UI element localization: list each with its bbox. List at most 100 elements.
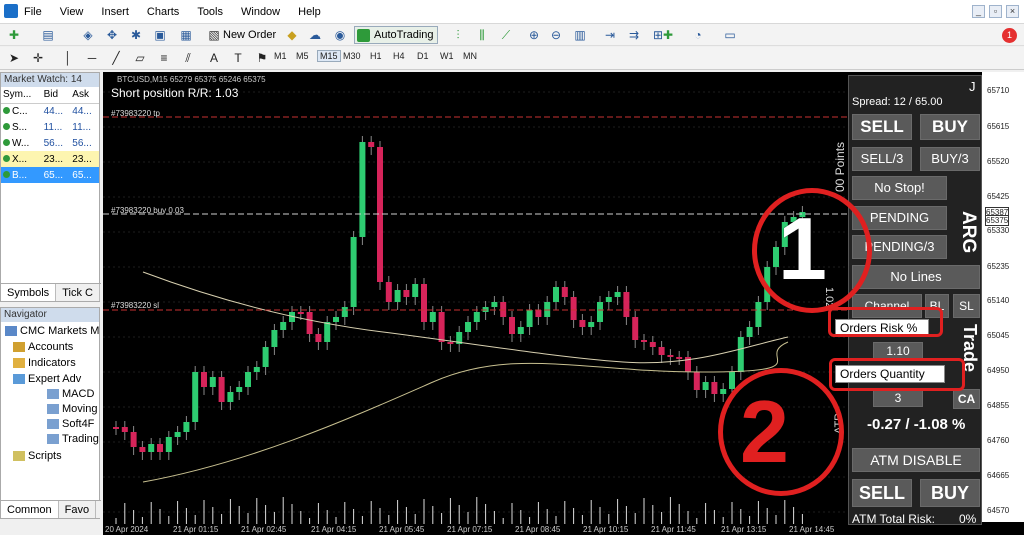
candle-body [245,372,251,387]
templates-icon[interactable]: ▭ [722,27,738,43]
autotrading-button[interactable]: AutoTrading [354,26,438,44]
timeframe-h1[interactable]: H1 [370,51,382,61]
column-symbol[interactable]: Sym... [1,87,42,104]
no-stop-button[interactable]: No Stop! [852,176,947,200]
nav-item-soft4fx[interactable]: Soft4F [47,418,94,430]
atm-disable-button[interactable]: ATM DISABLE [852,448,980,472]
bar-chart-icon[interactable]: ⫶ [450,27,466,43]
timeframe-d1[interactable]: D1 [417,51,429,61]
crosshair-icon[interactable]: ✛ [30,50,46,66]
timeframe-mn[interactable]: MN [463,51,477,61]
line-chart-icon[interactable]: ⟋ [498,27,514,43]
signals-icon[interactable]: ☁ [307,27,323,43]
menu-window[interactable]: Window [241,6,280,18]
horizontal-line-icon[interactable]: ─ [84,50,100,66]
tab-common[interactable]: Common [1,501,59,518]
table-row[interactable]: S... 11... 11... [1,119,99,135]
market-icon[interactable]: ◉ [332,27,348,43]
candle-body [209,377,216,387]
candle-body [113,427,119,429]
data-window-icon[interactable]: ✥ [104,27,120,43]
trendline-icon[interactable]: ╱ [108,50,124,66]
tile-windows-icon[interactable]: ▥ [572,27,588,43]
y-tick-label: 65235 [987,262,1010,271]
menu-tools[interactable]: Tools [197,6,223,18]
cursor-icon[interactable]: ➤ [6,50,22,66]
nav-item-moving[interactable]: Moving [47,403,97,415]
orders-quantity-input[interactable]: 3 [873,389,923,407]
close-icon[interactable]: × [1006,5,1019,18]
x-tick-label: 21 Apr 07:15 [447,525,493,534]
candlestick-icon[interactable]: ⫼ [474,27,490,43]
sl-button[interactable]: SL [953,294,980,318]
buy-third-button[interactable]: BUY/3 [920,147,980,171]
periods-icon[interactable]: ◔ [690,27,706,43]
table-row[interactable]: X... 23... 23... [1,151,99,167]
nav-item-indicators[interactable]: Indicators [13,357,76,369]
navigator-icon[interactable]: ✱ [128,27,144,43]
timeframe-h4[interactable]: H4 [393,51,405,61]
nav-item-accounts[interactable]: Accounts [13,341,73,353]
chart-shift-icon[interactable]: ⇥ [602,27,618,43]
candle-body [262,347,269,367]
new-order-button[interactable]: New Order [220,26,279,44]
new-chart-icon[interactable]: ✚ [6,27,22,43]
arrows-icon[interactable]: ⚑ [254,50,270,66]
restore-icon[interactable]: ▫ [989,5,1002,18]
menu-view[interactable]: View [60,6,84,18]
autoscroll-icon[interactable]: ⇉ [626,27,642,43]
menu-insert[interactable]: Insert [101,6,129,18]
tester-icon[interactable]: ▦ [178,27,194,43]
terminal-icon[interactable]: ▣ [152,27,168,43]
nav-item-trading[interactable]: Trading [47,433,99,445]
metaeditor-icon[interactable]: ◆ [284,27,300,43]
column-ask[interactable]: Ask [70,87,99,104]
text-label-icon[interactable]: T [230,50,246,66]
timeframe-m5[interactable]: M5 [296,51,309,61]
table-row[interactable]: W... 56... 56... [1,135,99,151]
atm-sell-button[interactable]: SELL [852,479,912,507]
column-bid[interactable]: Bid [41,87,71,104]
tab-symbols[interactable]: Symbols [1,284,57,301]
gann-icon[interactable]: ⫽ [180,50,196,66]
nav-item-macd[interactable]: MACD [47,388,94,400]
zoom-out-icon[interactable]: ⊖ [548,27,564,43]
nav-item-scripts[interactable]: Scripts [13,450,62,462]
x-tick-label: 21 Apr 02:45 [241,525,287,534]
tab-tick-chart[interactable]: Tick C [56,284,100,301]
atm-buy-button[interactable]: BUY [920,479,980,507]
ca-button[interactable]: CA [953,389,980,409]
table-row[interactable]: B... 65... 65... [1,167,99,183]
table-row[interactable]: C... 44... 44... [1,103,99,119]
timeframe-m15[interactable]: M15 [317,50,341,62]
timeframe-m1[interactable]: M1 [274,51,287,61]
fibo-icon[interactable]: ≡ [156,50,172,66]
notification-badge[interactable]: 1 [1002,28,1017,43]
channel-icon[interactable]: ▱ [132,50,148,66]
sell-third-button[interactable]: SELL/3 [852,147,912,171]
menu-help[interactable]: Help [298,6,321,18]
no-lines-button[interactable]: No Lines [852,265,980,289]
profiles-icon[interactable]: ▤ [40,27,56,43]
nav-item-broker[interactable]: CMC Markets M [5,325,99,337]
candle-body [385,282,392,302]
zoom-in-icon[interactable]: ⊕ [526,27,542,43]
navigator-tabs: Common Favo [1,500,101,518]
minimize-icon[interactable]: _ [972,5,985,18]
market-watch-icon[interactable]: ◈ [80,27,96,43]
menu-file[interactable]: File [24,6,42,18]
vertical-line-icon[interactable]: │ [60,50,76,66]
sell-button[interactable]: SELL [852,114,912,140]
buy-button[interactable]: BUY [920,114,980,140]
timeframe-w1[interactable]: W1 [440,51,454,61]
nav-item-label: Expert Adv [28,373,82,385]
timeframe-m30[interactable]: M30 [343,51,361,61]
text-icon[interactable]: A [206,50,222,66]
ea-icon [47,419,59,430]
tab-favorites[interactable]: Favo [59,501,97,518]
menu-charts[interactable]: Charts [147,6,179,18]
indicators-icon[interactable]: ✚ [660,27,676,43]
candle-body [676,357,683,359]
pnl-label: -0.27 / -1.08 % [867,416,966,433]
nav-item-expert-advisors[interactable]: Expert Adv [13,373,81,385]
